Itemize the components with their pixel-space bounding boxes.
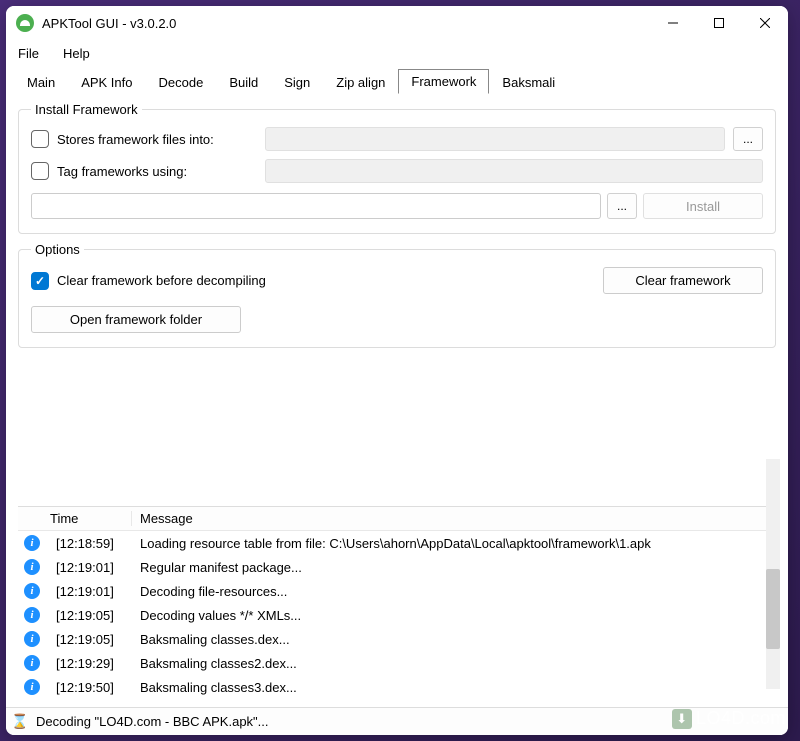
statusbar: ⌛ Decoding "LO4D.com - BBC APK.apk"... — [6, 707, 788, 735]
tag-label: Tag frameworks using: — [57, 164, 257, 179]
tabbar: Main APK Info Decode Build Sign Zip alig… — [6, 66, 788, 94]
app-icon — [16, 14, 34, 32]
log-row[interactable]: i [12:18:59]Loading resource table from f… — [18, 531, 776, 555]
tab-zip-align[interactable]: Zip align — [323, 70, 398, 94]
install-framework-legend: Install Framework — [31, 102, 142, 117]
info-icon: i — [24, 535, 40, 551]
scroll-thumb[interactable] — [766, 569, 780, 649]
close-button[interactable] — [742, 6, 788, 40]
log-row[interactable]: i [12:19:01]Regular manifest package... — [18, 555, 776, 579]
tab-baksmali[interactable]: Baksmali — [489, 70, 568, 94]
clear-before-checkbox[interactable] — [31, 272, 49, 290]
install-button: Install — [643, 193, 763, 219]
log-time: [12:19:05] — [46, 608, 132, 623]
log-time: [12:19:29] — [46, 656, 132, 671]
stores-input — [265, 127, 725, 151]
framework-path-input[interactable] — [31, 193, 601, 219]
tab-apk-info[interactable]: APK Info — [68, 70, 145, 94]
close-icon — [760, 18, 770, 28]
log-message: Baksmaling classes2.dex... — [132, 656, 776, 671]
options-row: Clear framework before decompiling Clear… — [31, 267, 763, 294]
app-window: APKTool GUI - v3.0.2.0 File Help Main AP… — [6, 6, 788, 735]
path-browse-button[interactable]: ... — [607, 193, 637, 219]
clear-before-label: Clear framework before decompiling — [57, 273, 266, 288]
log-row[interactable]: i [12:19:50]Baksmaling classes3.dex... — [18, 675, 776, 699]
menubar: File Help — [6, 40, 788, 66]
log-time: [12:19:50] — [46, 680, 132, 695]
tab-framework[interactable]: Framework — [398, 69, 489, 94]
log-time: [12:19:01] — [46, 584, 132, 599]
info-icon: i — [24, 631, 40, 647]
log-row[interactable]: i [12:19:05]Baksmaling classes.dex... — [18, 627, 776, 651]
log-rows: i [12:18:59]Loading resource table from f… — [18, 531, 776, 699]
info-icon: i — [24, 679, 40, 695]
log-time: [12:19:05] — [46, 632, 132, 647]
tab-build[interactable]: Build — [216, 70, 271, 94]
clear-framework-button[interactable]: Clear framework — [603, 267, 763, 294]
tab-sign[interactable]: Sign — [271, 70, 323, 94]
tab-content: Install Framework Stores framework files… — [6, 94, 788, 707]
install-framework-group: Install Framework Stores framework files… — [18, 102, 776, 234]
log-scrollbar[interactable] — [766, 459, 780, 689]
log-time: [12:19:01] — [46, 560, 132, 575]
tag-input — [265, 159, 763, 183]
log-row[interactable]: i [12:19:29]Baksmaling classes2.dex... — [18, 651, 776, 675]
menu-file[interactable]: File — [14, 44, 43, 63]
log-row[interactable]: i [12:19:05]Decoding values */* XMLs... — [18, 603, 776, 627]
log-time: [12:18:59] — [46, 536, 132, 551]
menu-help[interactable]: Help — [59, 44, 94, 63]
tag-checkbox[interactable] — [31, 162, 49, 180]
minimize-icon — [668, 18, 678, 28]
tab-decode[interactable]: Decode — [146, 70, 217, 94]
window-title: APKTool GUI - v3.0.2.0 — [42, 16, 650, 31]
log-message: Regular manifest package... — [132, 560, 776, 575]
log-section: Time Message i [12:18:59]Loading resource… — [18, 506, 776, 699]
tag-row: Tag frameworks using: — [31, 159, 763, 183]
path-row: ... Install — [31, 193, 763, 219]
maximize-icon — [714, 18, 724, 28]
hourglass-icon: ⌛ — [12, 714, 28, 730]
options-legend: Options — [31, 242, 84, 257]
titlebar: APKTool GUI - v3.0.2.0 — [6, 6, 788, 40]
stores-checkbox[interactable] — [31, 130, 49, 148]
info-icon: i — [24, 655, 40, 671]
info-icon: i — [24, 583, 40, 599]
minimize-button[interactable] — [650, 6, 696, 40]
maximize-button[interactable] — [696, 6, 742, 40]
options-group: Options Clear framework before decompili… — [18, 242, 776, 348]
info-icon: i — [24, 559, 40, 575]
stores-row: Stores framework files into: ... — [31, 127, 763, 151]
log-message: Baksmaling classes.dex... — [132, 632, 776, 647]
log-header-time[interactable]: Time — [46, 511, 132, 526]
log-header: Time Message — [18, 507, 776, 531]
log-message: Decoding file-resources... — [132, 584, 776, 599]
open-framework-folder-button[interactable]: Open framework folder — [31, 306, 241, 333]
stores-label: Stores framework files into: — [57, 132, 257, 147]
status-text: Decoding "LO4D.com - BBC APK.apk"... — [36, 714, 269, 729]
tab-main[interactable]: Main — [14, 70, 68, 94]
log-header-message[interactable]: Message — [132, 511, 776, 526]
log-row[interactable]: i [12:19:01]Decoding file-resources... — [18, 579, 776, 603]
window-controls — [650, 6, 788, 40]
log-message: Loading resource table from file: C:\Use… — [132, 536, 776, 551]
info-icon: i — [24, 607, 40, 623]
log-message: Decoding values */* XMLs... — [132, 608, 776, 623]
log-message: Baksmaling classes3.dex... — [132, 680, 776, 695]
stores-browse-button[interactable]: ... — [733, 127, 763, 151]
